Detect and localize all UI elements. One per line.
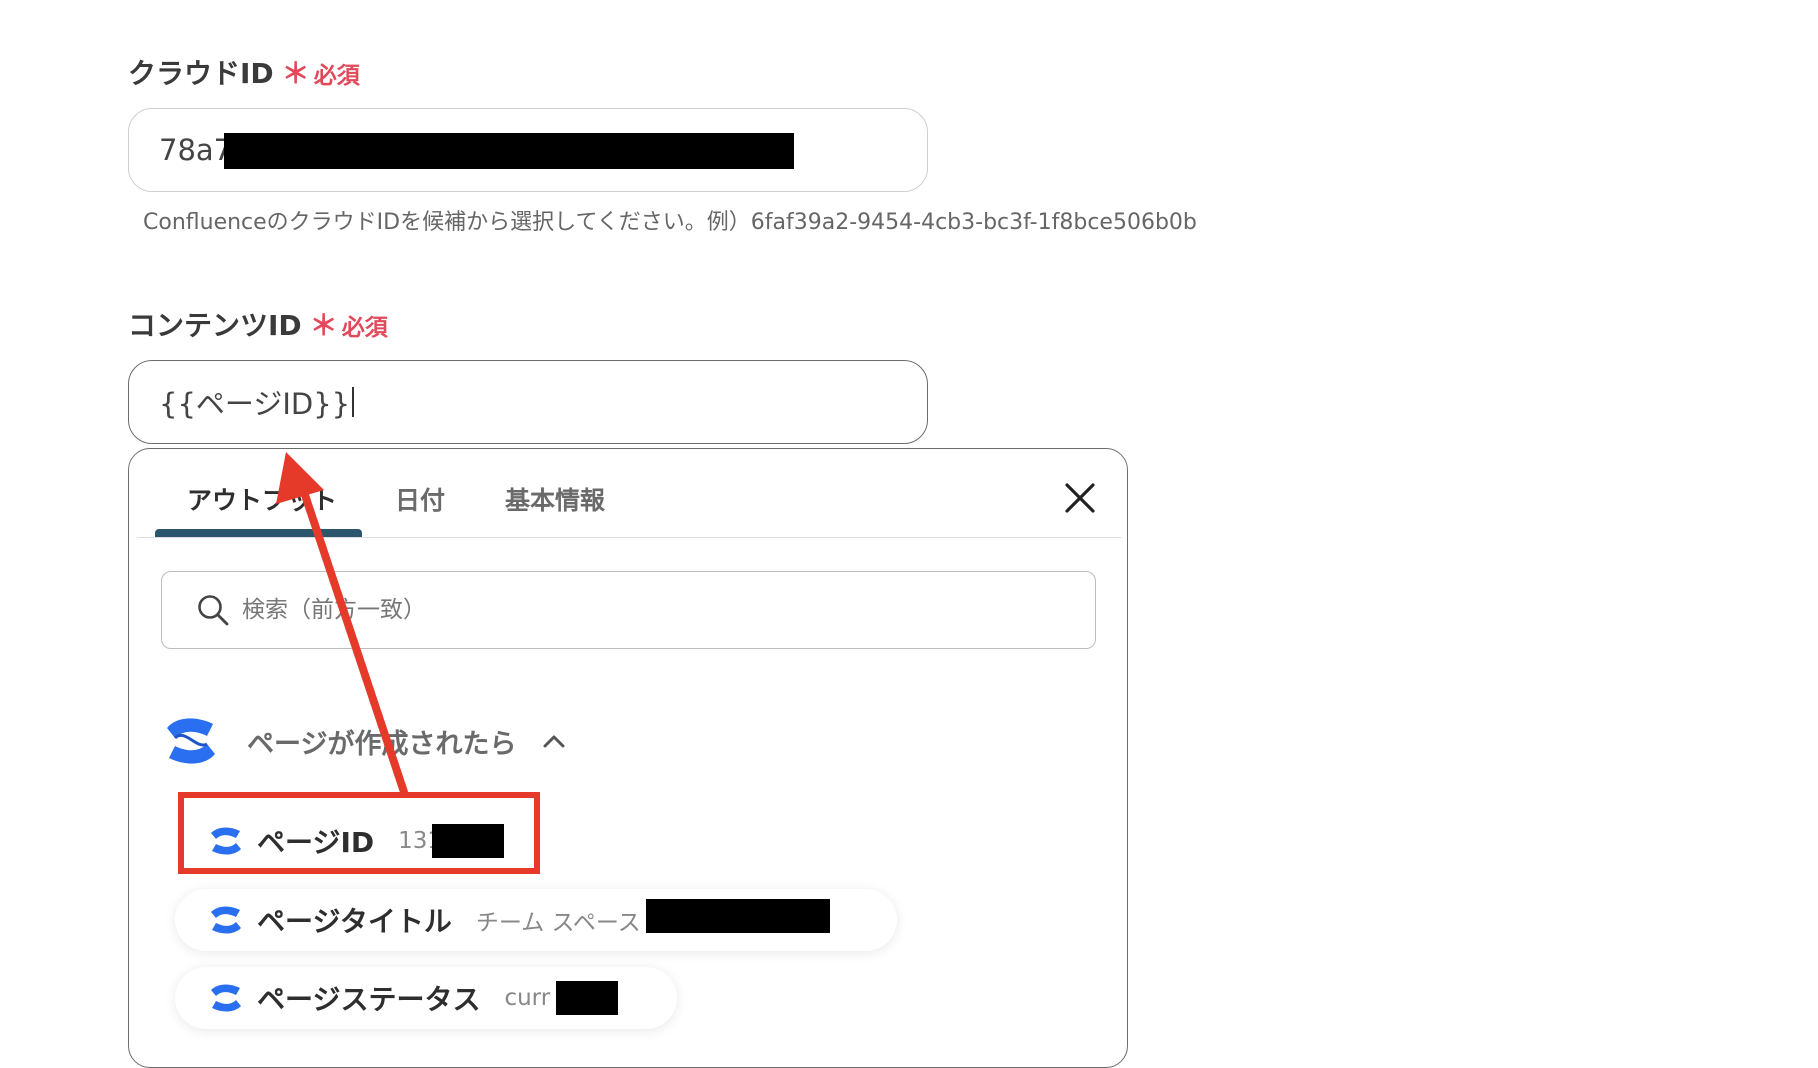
group-header-page-created[interactable]: ページが作成されたら (163, 711, 566, 771)
cloud-id-hint: ConfluenceのクラウドIDを候補から選択してください。例）6faf39a… (143, 210, 1197, 235)
item-label: ページタイトル (257, 905, 452, 938)
cloud-id-value: 78a7 (159, 133, 233, 167)
close-button[interactable] (1063, 481, 1097, 515)
cloud-id-input[interactable]: 78a7 (128, 108, 928, 192)
item-label: ページステータス (257, 983, 481, 1016)
tab-date[interactable]: 日付 (395, 481, 445, 517)
redaction-bar (224, 133, 794, 169)
confluence-icon (211, 984, 241, 1012)
content-id-label-text: コンテンツID (128, 309, 302, 342)
tab-basic-info[interactable]: 基本情報 (505, 481, 605, 517)
highlight-box (178, 792, 540, 874)
output-picker-panel: アウトプット 日付 基本情報 ページが作成されたら (128, 448, 1128, 1068)
redaction-bar (645, 899, 830, 933)
confluence-icon (167, 718, 215, 764)
search-input[interactable] (240, 596, 1044, 624)
required-text: 必須 (313, 63, 360, 89)
content-id-value: {{ページID}} (159, 387, 351, 421)
search-box[interactable] (161, 571, 1096, 649)
cloud-id-label-text: クラウドID (128, 57, 274, 90)
confluence-icon (211, 906, 241, 934)
search-icon (198, 595, 229, 626)
item-value-text: チーム スペース (475, 910, 641, 936)
redaction-bar (556, 981, 619, 1015)
tab-output[interactable]: アウトプット (187, 481, 337, 517)
required-text: 必須 (341, 315, 388, 341)
text-caret (352, 387, 355, 417)
cloud-id-label: クラウドID ＊ 必須 (128, 52, 360, 92)
item-value: チーム スペース (475, 899, 830, 937)
output-item-page-status[interactable]: ページステータス curr (175, 967, 677, 1029)
content-id-label: コンテンツID ＊ 必須 (128, 304, 388, 344)
chevron-up-icon[interactable] (542, 733, 566, 749)
group-title: ページが作成されたら (247, 728, 517, 760)
panel-tabs: アウトプット 日付 基本情報 (129, 449, 1127, 539)
content-id-input[interactable]: {{ページID}} (128, 360, 928, 444)
active-tab-indicator (155, 529, 362, 537)
required-star: ＊ (309, 309, 338, 342)
tab-divider (137, 537, 1121, 538)
required-star: ＊ (281, 57, 310, 90)
item-value: curr (504, 981, 619, 1015)
close-icon (1065, 483, 1095, 513)
output-item-page-title[interactable]: ページタイトル チーム スペース (175, 889, 897, 951)
item-value-text: curr (504, 985, 551, 1011)
